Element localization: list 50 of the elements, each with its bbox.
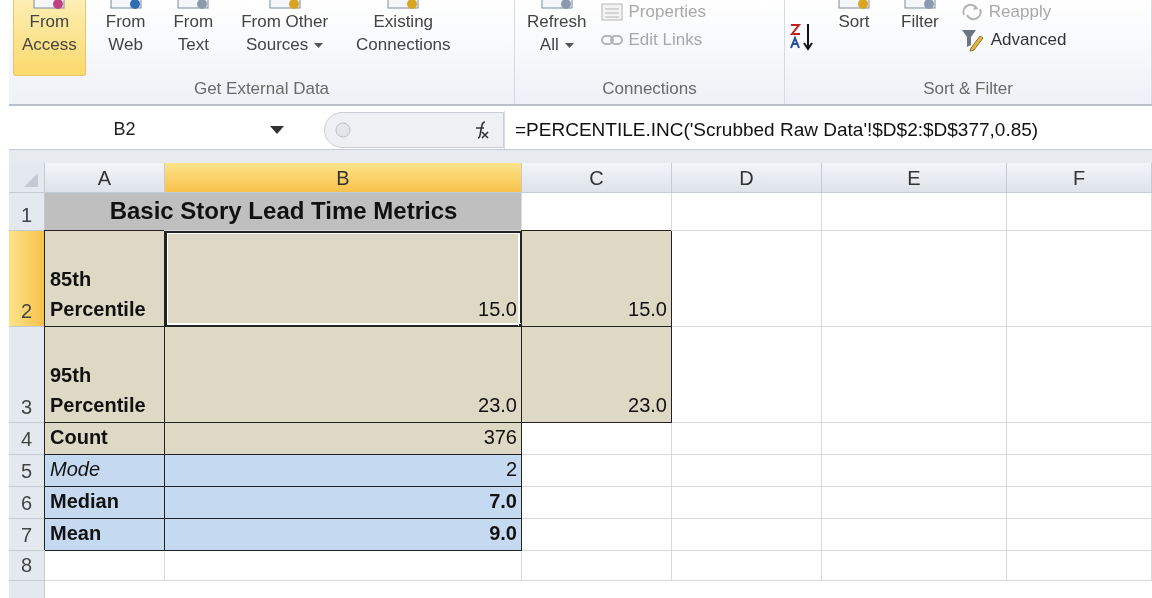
formula-field[interactable]: =PERCENTILE.INC('Scrubbed Raw Data'!$D$2:$D$377,0.85) (504, 110, 1152, 149)
table-cell: 23.0 (165, 327, 522, 423)
row-header[interactable]: 5 (9, 455, 45, 487)
column-header[interactable]: A (45, 163, 165, 193)
column-header[interactable]: D (672, 163, 822, 193)
table-cell: 85th Percentile (45, 231, 165, 327)
row-header[interactable]: 7 (9, 519, 45, 551)
row-header[interactable]: 4 (9, 423, 45, 455)
table-cell: 15.0 (165, 231, 522, 327)
row-header[interactable]: 6 (9, 487, 45, 519)
column-header[interactable]: F (1007, 163, 1152, 193)
table-cell: 23.0 (522, 327, 672, 423)
reapply-icon (960, 3, 983, 21)
group-label: Sort & Filter (922, 78, 1014, 100)
ribbon-button[interactable]: From Web (97, 0, 154, 76)
table-cell: 95th Percentile (45, 327, 165, 423)
table-cell: Median (45, 487, 165, 519)
name-box[interactable]: B2 (9, 112, 240, 147)
row-header[interactable]: 8 (9, 551, 45, 581)
sort-descending-icon[interactable] (789, 22, 815, 52)
dropdown-arrow-icon[interactable] (270, 125, 284, 134)
ribbon-button[interactable]: Filter (893, 0, 947, 76)
table-cell: 7.0 (165, 487, 522, 519)
column-header[interactable]: B (165, 163, 522, 193)
row-header[interactable]: 2 (9, 231, 45, 327)
ribbon-button[interactable]: Existing Connections (348, 0, 459, 76)
table-cell: Mode (45, 455, 165, 487)
title-cell: Basic Story Lead Time Metrics (45, 193, 522, 231)
ribbon-button[interactable]: Sort (829, 0, 879, 76)
ribbon-button[interactable]: Refresh All (519, 0, 595, 76)
corner-triangle-icon (24, 173, 38, 187)
sheet-icon (600, 3, 623, 21)
column-header[interactable]: C (522, 163, 672, 193)
ribbon-button[interactable]: From Text (165, 0, 222, 76)
ribbon-button[interactable]: Advanced (960, 28, 1067, 52)
table-cell: 9.0 (165, 519, 522, 551)
ribbon-button[interactable]: From Access (13, 0, 86, 76)
table-cell: 15.0 (522, 231, 672, 327)
table-cell: Mean (45, 519, 165, 551)
row-header[interactable]: 1 (9, 193, 45, 231)
group-label: Connections (601, 78, 698, 100)
table-cell: 376 (165, 423, 522, 455)
row-header[interactable]: 3 (9, 327, 45, 423)
group-label: Get External Data (192, 78, 331, 100)
column-header[interactable]: E (822, 163, 1007, 193)
filter-pencil-icon (960, 28, 985, 52)
ribbon-button[interactable]: From Other Sources (233, 0, 337, 76)
table-cell: 2 (165, 455, 522, 487)
table-cell: Count (45, 423, 165, 455)
chain-link-icon (600, 34, 623, 46)
